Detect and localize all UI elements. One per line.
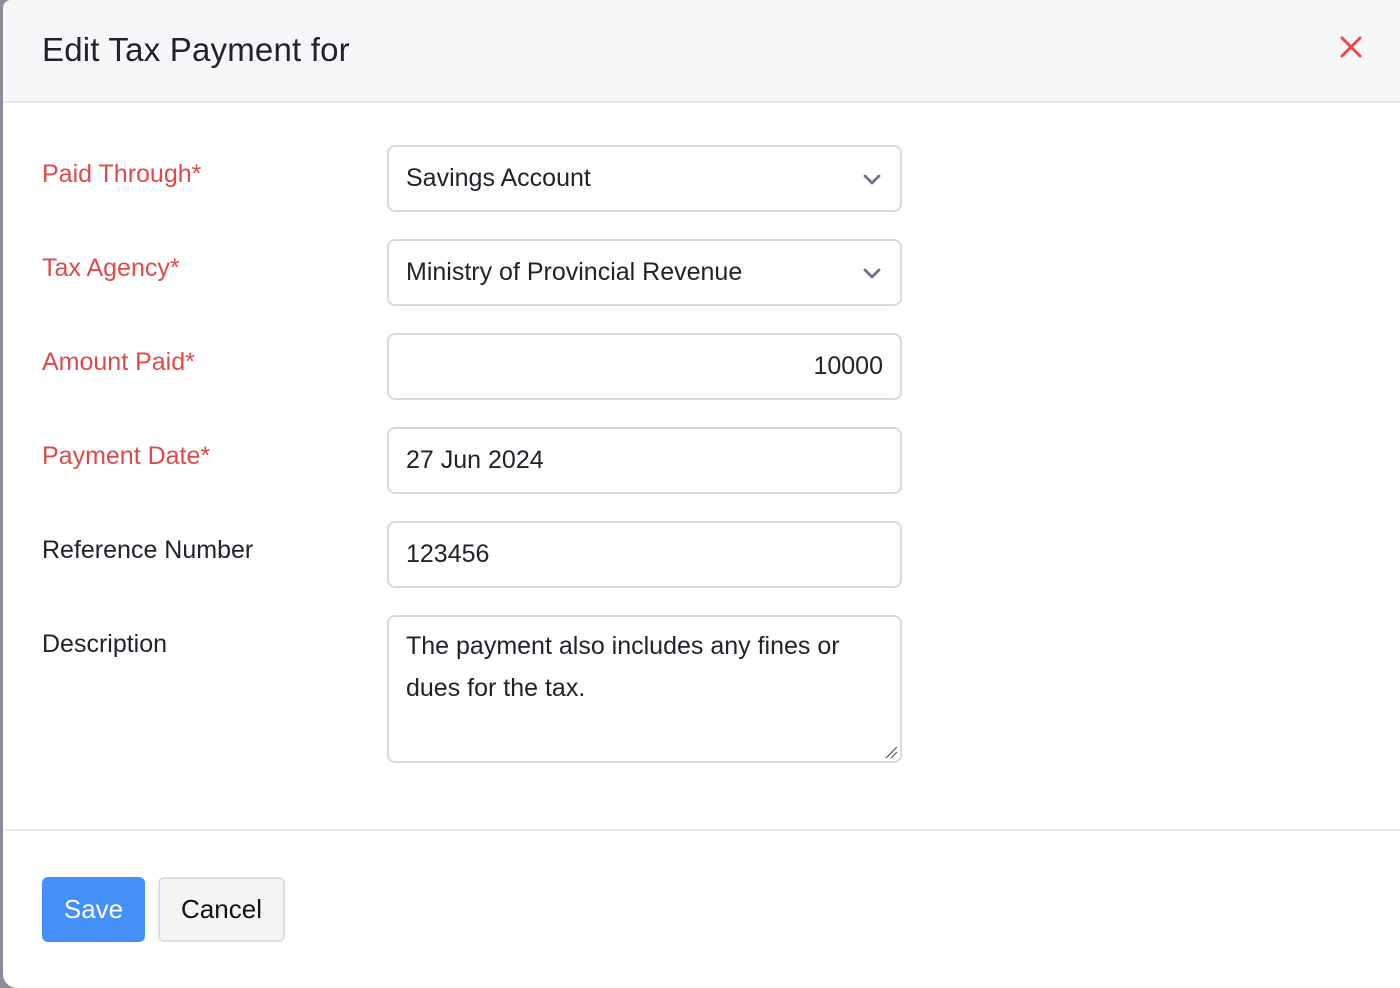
payment-date-value: 27 Jun 2024: [406, 446, 544, 474]
tax-agency-value: Ministry of Provincial Revenue: [406, 258, 743, 286]
resize-handle-icon[interactable]: [884, 745, 898, 759]
modal-title: Edit Tax Payment for: [42, 31, 350, 68]
reference-number-value: 123456: [406, 540, 490, 568]
modal-header: Edit Tax Payment for: [3, 0, 1400, 103]
footer-divider: [3, 829, 1400, 831]
description-value: The payment also includes any fines or d…: [406, 632, 840, 702]
cancel-button[interactable]: Cancel: [158, 877, 285, 942]
payment-date-label: Payment Date*: [42, 442, 211, 470]
amount-paid-input[interactable]: 10000: [387, 333, 902, 400]
edit-tax-payment-modal: Edit Tax Payment for Paid Through* Savin…: [3, 0, 1400, 988]
chevron-down-icon: [861, 262, 883, 284]
description-textarea[interactable]: The payment also includes any fines or d…: [387, 615, 902, 763]
paid-through-value: Savings Account: [406, 164, 591, 192]
close-button[interactable]: [1338, 34, 1364, 60]
paid-through-select[interactable]: Savings Account: [387, 145, 902, 212]
chevron-down-icon: [861, 168, 883, 190]
payment-date-input[interactable]: 27 Jun 2024: [387, 427, 902, 494]
reference-number-label: Reference Number: [42, 536, 254, 564]
tax-agency-label: Tax Agency*: [42, 254, 180, 282]
close-icon: [1338, 34, 1364, 60]
reference-number-input[interactable]: 123456: [387, 521, 902, 588]
tax-agency-select[interactable]: Ministry of Provincial Revenue: [387, 239, 902, 306]
amount-paid-value: 10000: [813, 352, 883, 380]
description-label: Description: [42, 630, 168, 658]
paid-through-label: Paid Through*: [42, 160, 202, 188]
save-button[interactable]: Save: [42, 877, 145, 942]
amount-paid-label: Amount Paid*: [42, 348, 195, 376]
